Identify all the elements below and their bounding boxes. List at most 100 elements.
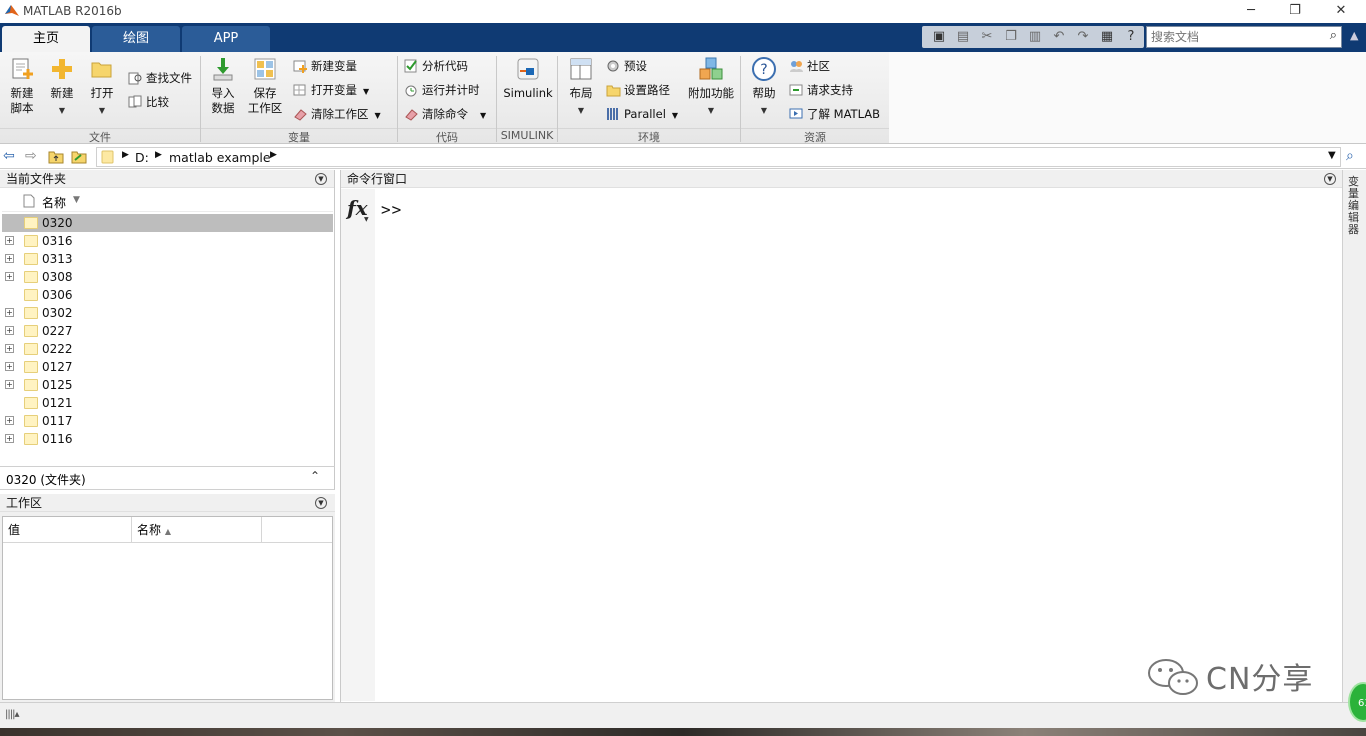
save-workspace-button[interactable]: 保存 工作区 xyxy=(246,56,284,116)
folder-row[interactable]: 0320 xyxy=(2,214,333,232)
switch-windows-icon[interactable]: ▦ xyxy=(1098,28,1116,46)
expand-icon[interactable]: + xyxy=(5,416,14,425)
up-folder-icon[interactable] xyxy=(48,149,64,164)
tab-plots[interactable]: 绘图 xyxy=(92,26,180,52)
expand-icon[interactable]: + xyxy=(5,272,14,281)
minimize-button[interactable]: ─ xyxy=(1228,0,1274,23)
folder-row[interactable]: +0316 xyxy=(2,232,333,250)
folder-row[interactable]: +0222 xyxy=(2,340,333,358)
save-icon[interactable]: ▤ xyxy=(954,28,972,46)
chevron-up-icon[interactable]: ⌃ xyxy=(310,469,320,483)
folder-row[interactable]: +0302 xyxy=(2,304,333,322)
address-dropdown-icon[interactable]: ▼ xyxy=(1328,150,1336,161)
ribbon-collapse-icon[interactable]: ▲ xyxy=(1350,29,1358,42)
panel-menu-icon[interactable]: ▼ xyxy=(1324,173,1336,185)
tab-apps[interactable]: APP xyxy=(182,26,270,52)
new-variable-button[interactable]: 新建变量 xyxy=(293,56,357,76)
set-path-button[interactable]: 设置路径 xyxy=(606,80,670,100)
panel-menu-icon[interactable]: ▼ xyxy=(315,497,327,509)
breadcrumb-arrow-icon[interactable]: ▶ xyxy=(270,150,277,160)
column-extra-header[interactable] xyxy=(262,517,332,543)
folder-row[interactable]: +0127 xyxy=(2,358,333,376)
community-button[interactable]: 社区 xyxy=(789,56,830,76)
folder-row[interactable]: +0117 xyxy=(2,412,333,430)
breadcrumb-drive[interactable]: D: xyxy=(135,150,149,165)
column-value-header[interactable]: 值 xyxy=(3,517,132,543)
back-arrow-icon[interactable]: ⇦ xyxy=(3,148,15,164)
expand-icon[interactable]: + xyxy=(5,308,14,317)
folder-row[interactable]: +0313 xyxy=(2,250,333,268)
restore-button[interactable]: ❐ xyxy=(1272,0,1318,23)
parallel-button[interactable]: Parallel ▼ xyxy=(606,104,678,124)
redo-icon[interactable]: ↷ xyxy=(1074,28,1092,46)
folder-row[interactable]: +0227 xyxy=(2,322,333,340)
new-script-label: 新建 脚本 xyxy=(10,86,34,115)
panel-menu-icon[interactable]: ▼ xyxy=(315,173,327,185)
expand-icon[interactable]: + xyxy=(5,254,14,263)
status-grip-icon[interactable]: ||||▴ xyxy=(5,709,19,720)
expand-icon[interactable]: + xyxy=(5,380,14,389)
open-button[interactable]: 打开 ▼ xyxy=(83,56,121,116)
add-ons-button[interactable]: 附加功能 ▼ xyxy=(688,56,734,116)
analyze-code-button[interactable]: 分析代码 xyxy=(404,56,468,76)
breadcrumb-arrow-icon[interactable]: ▶ xyxy=(122,150,129,160)
current-folder-title: 当前文件夹 xyxy=(6,172,67,186)
folder-row[interactable]: +0308 xyxy=(2,268,333,286)
open-label: 打开 xyxy=(90,86,114,100)
community-icon xyxy=(790,61,803,72)
folder-row[interactable]: +0116 xyxy=(2,430,333,448)
current-folder-path[interactable]: ▶ D: ▶ matlab example ▶ ▼ xyxy=(96,147,1341,167)
expand-icon[interactable]: + xyxy=(5,236,14,245)
folder-row[interactable]: 0121 xyxy=(2,394,333,412)
find-files-button[interactable]: 查找文件 xyxy=(128,68,192,88)
clear-workspace-label: 清除工作区 xyxy=(311,107,369,121)
clear-workspace-button[interactable]: 清除工作区 ▼ xyxy=(293,104,381,124)
fx-chevron-down-icon[interactable]: ▼ xyxy=(364,216,369,223)
expand-icon[interactable]: + xyxy=(5,326,14,335)
folder-name: 0116 xyxy=(42,432,73,446)
expand-icon[interactable]: + xyxy=(5,362,14,371)
import-data-button[interactable]: 导入 数据 xyxy=(204,56,242,116)
breadcrumb-folder[interactable]: matlab example xyxy=(169,150,271,165)
browse-folder-icon[interactable] xyxy=(71,149,88,164)
new-button[interactable]: 新建 ▼ xyxy=(43,56,81,116)
preferences-button[interactable]: 预设 xyxy=(606,56,647,76)
new-icon[interactable]: ▣ xyxy=(930,28,948,46)
run-and-time-button[interactable]: 运行并计时 xyxy=(404,80,480,100)
expand-icon[interactable]: + xyxy=(5,344,14,353)
sort-descending-icon[interactable]: ▼ xyxy=(73,195,80,205)
side-tab-label: 变量编辑器 xyxy=(1348,175,1359,236)
section-label-variable: 变量 xyxy=(201,128,397,144)
variable-editor-side-tab[interactable]: 变量编辑器 xyxy=(1342,170,1366,702)
paste-icon[interactable]: ▥ xyxy=(1026,28,1044,46)
compare-button[interactable]: 比较 xyxy=(128,92,169,112)
clear-commands-button[interactable]: 清除命令 ▼ xyxy=(404,104,486,124)
column-name-header[interactable]: 名称 ▲ xyxy=(132,517,262,543)
learn-matlab-button[interactable]: 了解 MATLAB xyxy=(789,104,880,124)
folder-row[interactable]: 0306 xyxy=(2,286,333,304)
close-button[interactable]: ✕ xyxy=(1318,0,1364,23)
simulink-button[interactable]: Simulink xyxy=(502,56,554,101)
command-prompt[interactable]: >> xyxy=(381,200,402,219)
current-folder-header: 当前文件夹 xyxy=(0,170,334,188)
forward-arrow-icon[interactable]: ⇨ xyxy=(25,148,37,164)
folder-icon xyxy=(24,343,38,355)
column-name-header[interactable]: 名称 xyxy=(42,194,66,211)
help-icon[interactable]: ? xyxy=(1122,28,1140,46)
search-folder-icon[interactable]: ⌕ xyxy=(1346,148,1354,164)
request-support-button[interactable]: 请求支持 xyxy=(789,80,853,100)
breadcrumb-arrow-icon[interactable]: ▶ xyxy=(155,150,162,160)
copy-icon[interactable]: ❐ xyxy=(1002,28,1020,46)
cut-icon[interactable]: ✂ xyxy=(978,28,996,46)
expand-icon[interactable]: + xyxy=(5,434,14,443)
help-button[interactable]: ? 帮助 ▼ xyxy=(745,56,783,116)
tab-home[interactable]: 主页 xyxy=(2,26,90,52)
parallel-icon xyxy=(607,108,618,120)
folder-row[interactable]: +0125 xyxy=(2,376,333,394)
new-script-button[interactable]: 新建 脚本 xyxy=(3,56,41,116)
search-input[interactable] xyxy=(1147,27,1317,47)
undo-icon[interactable]: ↶ xyxy=(1050,28,1068,46)
open-variable-button[interactable]: 打开变量 ▼ xyxy=(293,80,369,100)
layout-button[interactable]: 布局 ▼ xyxy=(562,56,600,116)
search-icon[interactable]: ⌕ xyxy=(1330,28,1337,43)
